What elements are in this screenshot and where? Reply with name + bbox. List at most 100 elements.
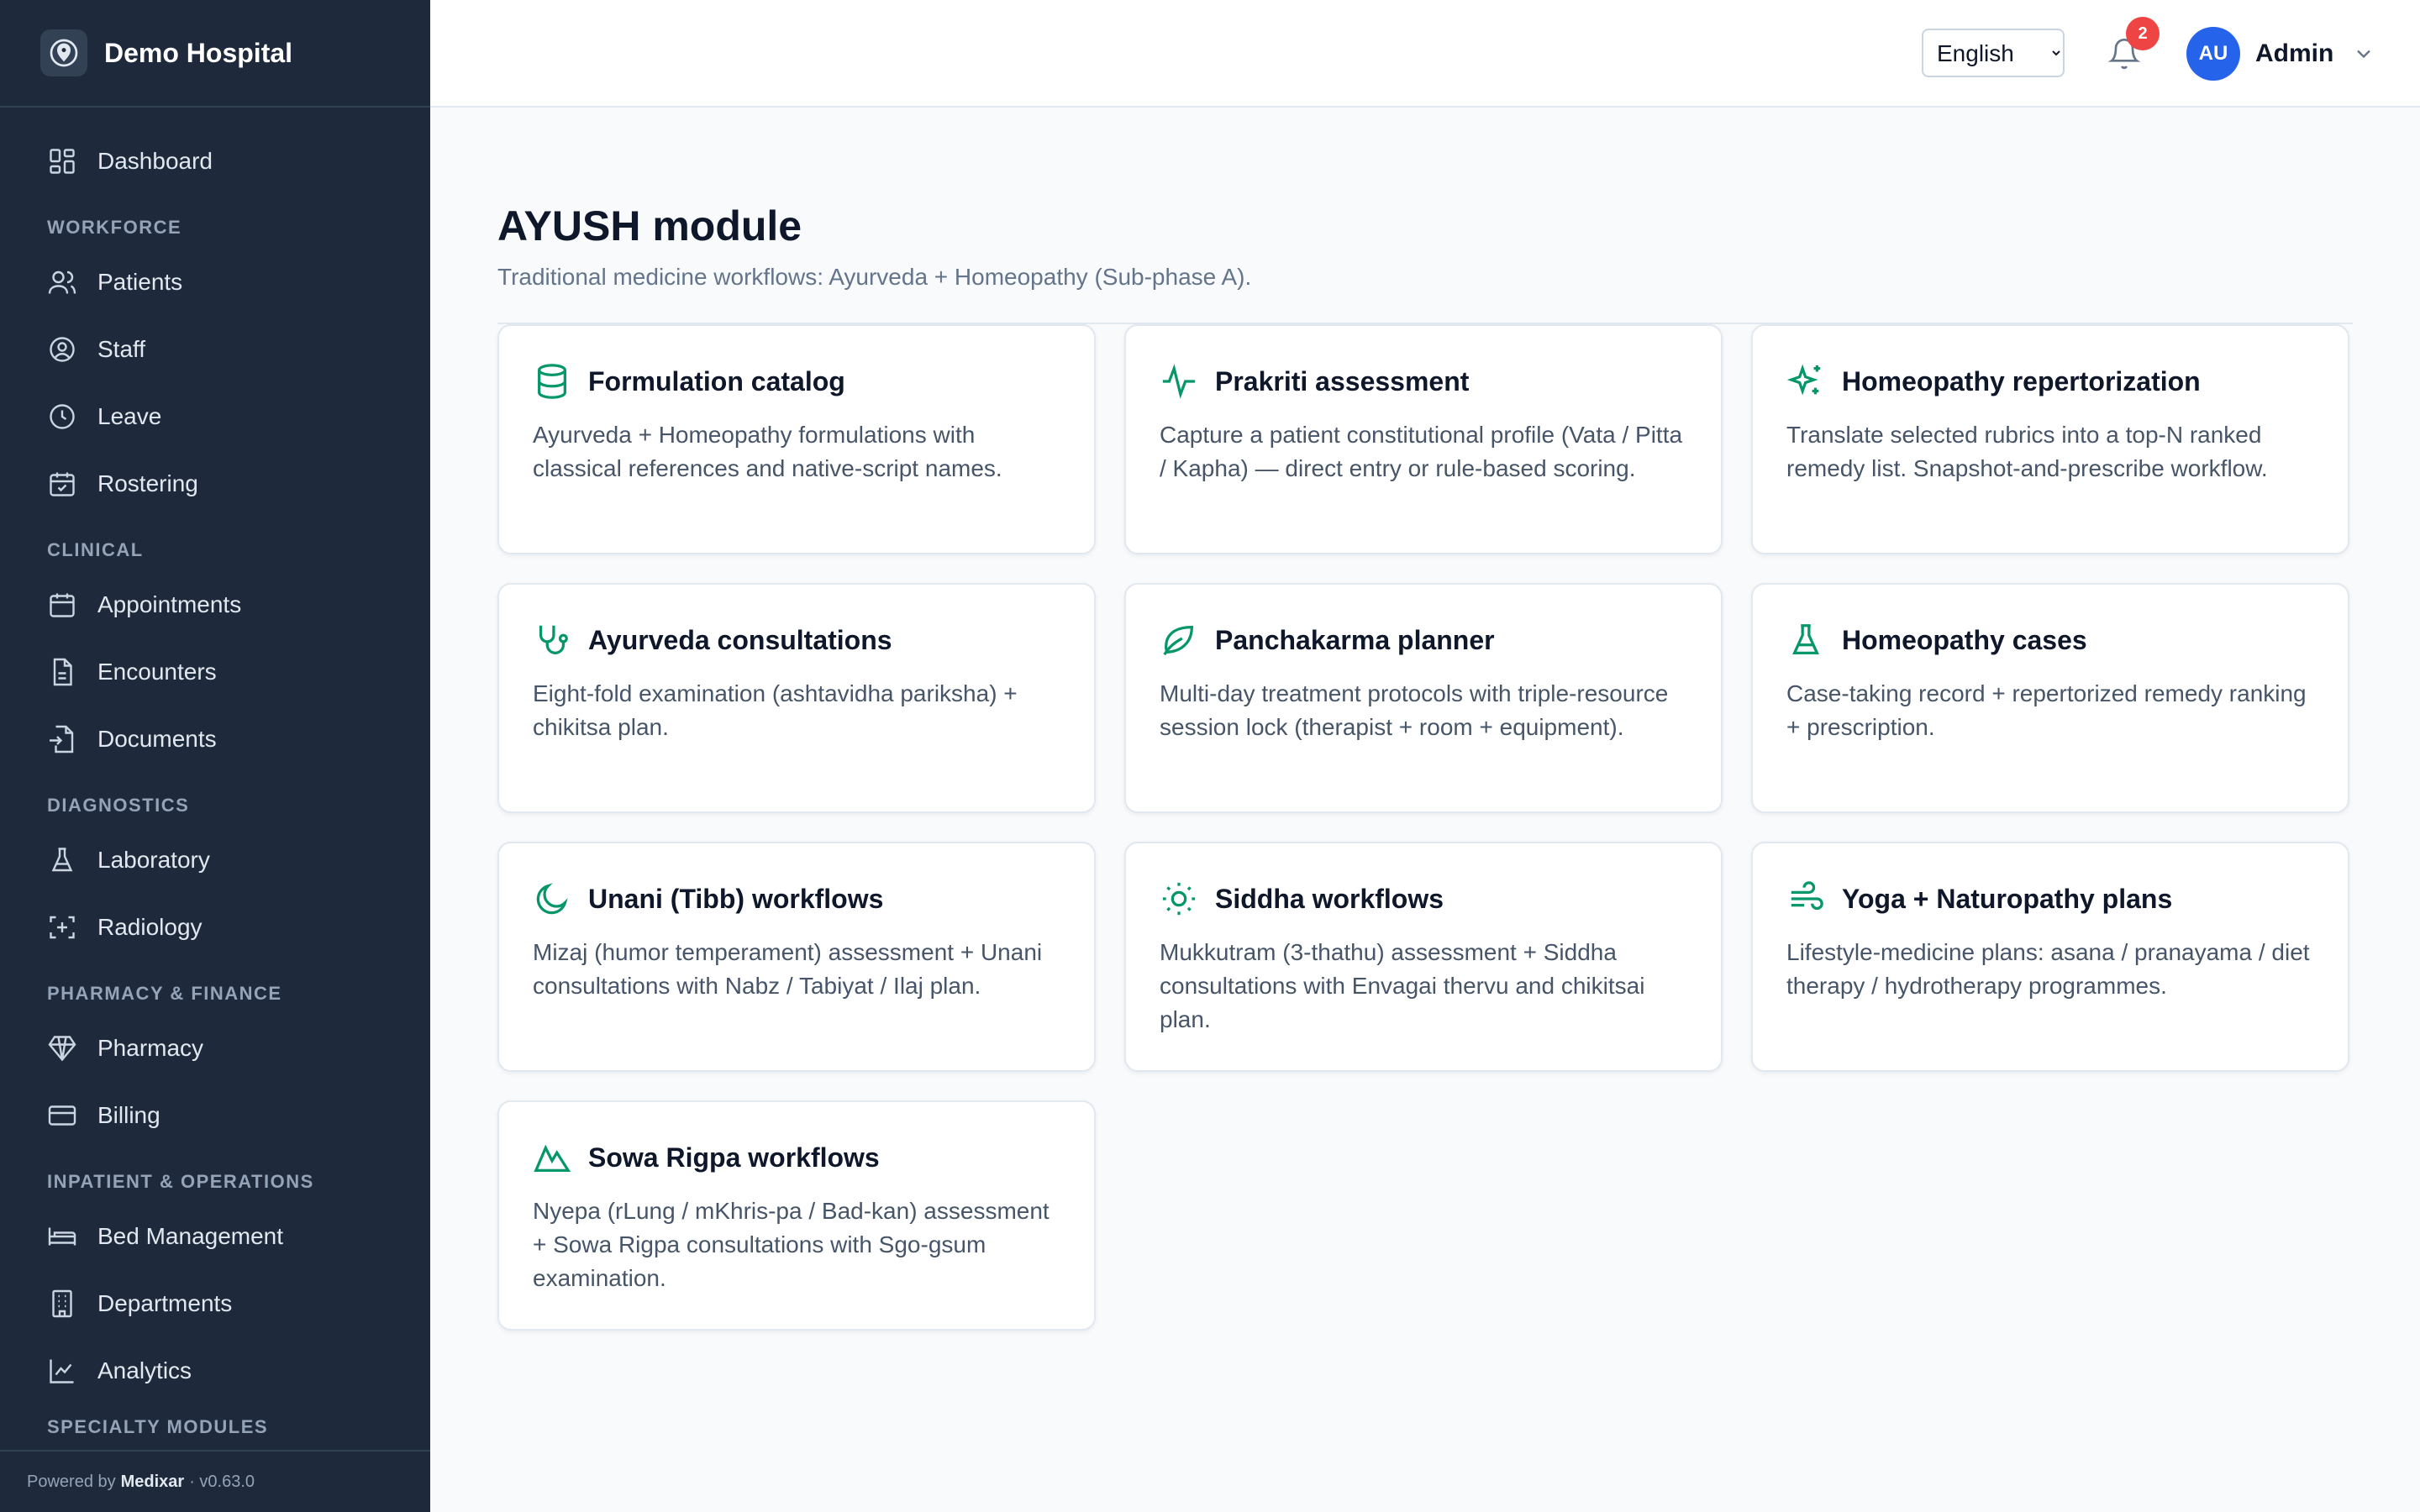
gem-icon [48, 1036, 76, 1062]
card-description: Capture a patient constitutional profile… [1160, 422, 1683, 481]
hospital-name: Demo Hospital [104, 37, 293, 68]
card-description: Mizaj (humor temperament) assessment + U… [533, 939, 1043, 999]
sidebar-item-dashboard[interactable]: Dashboard [0, 128, 430, 195]
card-formulation-catalog[interactable]: Formulation catalog Ayurveda + Homeopath… [497, 324, 1096, 554]
sidebar-item-label: Patients [97, 269, 183, 295]
sidebar-footer: Powered by Medixar · v0.63.0 [0, 1450, 430, 1512]
sidebar-item-encounters[interactable]: Encounters [0, 638, 430, 706]
card-description: Multi-day treatment protocols with tripl… [1160, 680, 1669, 740]
hospital-logo-icon [40, 29, 87, 76]
database-icon [538, 364, 566, 399]
mountain-icon [534, 1144, 571, 1172]
card-title: Yoga + Naturopathy plans [1842, 883, 2173, 914]
card-prakriti-assessment[interactable]: Prakriti assessment Capture a patient co… [1124, 324, 1723, 554]
card-panchakarma-planner[interactable]: Panchakarma planner Multi-day treatment … [1124, 583, 1723, 813]
sidebar-item-patients[interactable]: Patients [0, 249, 430, 316]
page-subtitle: Traditional medicine workflows: Ayurveda… [497, 264, 1252, 290]
nav-section-pharmacy-finance: PHARMACY & FINANCE [47, 983, 282, 1004]
card-title: Homeopathy repertorization [1842, 365, 2201, 396]
sidebar-item-label: Staff [97, 336, 146, 362]
activity-icon [1162, 364, 1196, 399]
card-title: Homeopathy cases [1842, 624, 2087, 655]
nav-section-specialty-modules: SPECIALTY MODULES [47, 1416, 269, 1437]
sidebar-item-appointments[interactable]: Appointments [0, 571, 430, 638]
language-select[interactable]: English [1922, 29, 2065, 77]
page-title: AYUSH module [497, 202, 802, 249]
sidebar-item-label: Radiology [97, 914, 203, 940]
brand[interactable]: Demo Hospital [0, 0, 430, 108]
file-text-icon [53, 658, 72, 686]
notification-count-badge: 2 [2126, 17, 2160, 50]
sidebar-item-rostering[interactable]: Rostering [0, 450, 430, 517]
nav-section-clinical: CLINICAL [47, 539, 144, 560]
user-circle-icon [50, 337, 75, 362]
module-card-grid: Formulation catalog Ayurveda + Homeopath… [497, 324, 2353, 1331]
footer-version: · v0.63.0 [189, 1472, 255, 1491]
sidebar-item-label: Appointments [97, 591, 242, 617]
sidebar-item-label: Dashboard [97, 148, 213, 174]
sidebar-item-leave[interactable]: Leave [0, 383, 430, 450]
sidebar-item-label: Analytics [97, 1357, 192, 1383]
footer-brand: Medixar [120, 1472, 185, 1491]
sidebar-item-label: Pharmacy [97, 1035, 204, 1061]
sidebar: Demo Hospital Dashboard WORKFORCE Patien… [0, 0, 430, 1512]
nav-section-inpatient-operations: INPATIENT & OPERATIONS [47, 1171, 314, 1192]
sidebar-item-label: Departments [97, 1290, 233, 1316]
sidebar-item-label: Encounters [97, 659, 217, 685]
card-title: Prakriti assessment [1215, 365, 1470, 396]
card-unani-workflows[interactable]: Unani (Tibb) workflows Mizaj (humor temp… [497, 842, 1096, 1072]
user-name: Admin [2255, 39, 2334, 67]
scan-icon [50, 916, 75, 939]
card-description: Case-taking record + repertorized remedy… [1786, 680, 2307, 740]
sidebar-item-bed-management[interactable]: Bed Management [0, 1203, 430, 1270]
card-description: Mukkutram (3-thathu) assessment + Siddha… [1160, 939, 1645, 1032]
card-homeopathy-repertorization[interactable]: Homeopathy repertorization Translate sel… [1751, 324, 2349, 554]
card-title: Sowa Rigpa workflows [588, 1142, 880, 1173]
card-description: Eight-fold examination (ashtavidha parik… [533, 680, 1018, 740]
stethoscope-icon [539, 625, 568, 654]
bed-icon [48, 1227, 76, 1246]
sidebar-item-label: Billing [97, 1102, 160, 1128]
credit-card-icon [48, 1105, 76, 1126]
sidebar-item-pharmacy[interactable]: Pharmacy [0, 1015, 430, 1082]
sidebar-item-label: Rostering [97, 470, 198, 496]
card-ayurveda-consultations[interactable]: Ayurveda consultations Eight-fold examin… [497, 583, 1096, 813]
card-siddha-workflows[interactable]: Siddha workflows Mukkutram (3-thathu) as… [1124, 842, 1723, 1072]
file-import-icon [50, 725, 74, 753]
sidebar-item-analytics[interactable]: Analytics [0, 1337, 430, 1404]
card-title: Siddha workflows [1215, 883, 1444, 914]
users-icon [48, 270, 76, 294]
moon-icon [536, 883, 568, 915]
card-description: Translate selected rubrics into a top-N … [1786, 422, 2268, 481]
sidebar-item-laboratory[interactable]: Laboratory [0, 827, 430, 894]
sidebar-item-departments[interactable]: Departments [0, 1270, 430, 1337]
calendar-check-icon [50, 472, 75, 496]
nav-section-workforce: WORKFORCE [47, 217, 182, 238]
card-title: Formulation catalog [588, 365, 845, 396]
sidebar-item-staff[interactable]: Staff [0, 316, 430, 383]
clock-icon [50, 404, 75, 429]
wind-icon [1791, 881, 1823, 911]
card-description: Nyepa (rLung / mKhris-pa / Bad-kan) asse… [533, 1198, 1050, 1291]
sidebar-item-label: Leave [97, 403, 162, 429]
calendar-icon [50, 593, 75, 617]
card-description: Lifestyle-medicine plans: asana / pranay… [1786, 939, 2310, 999]
card-title: Panchakarma planner [1215, 624, 1495, 655]
line-chart-icon [50, 1359, 74, 1383]
sidebar-item-label: Bed Management [97, 1223, 284, 1249]
nav-section-diagnostics: DIAGNOSTICS [47, 795, 190, 816]
sidebar-item-radiology[interactable]: Radiology [0, 894, 430, 961]
card-homeopathy-cases[interactable]: Homeopathy cases Case-taking record + re… [1751, 583, 2349, 813]
chevron-down-icon [2357, 50, 2371, 59]
sidebar-item-label: Laboratory [97, 847, 210, 873]
card-yoga-naturopathy-plans[interactable]: Yoga + Naturopathy plans Lifestyle-medic… [1751, 842, 2349, 1072]
sidebar-item-label: Documents [97, 726, 217, 752]
sidebar-item-documents[interactable]: Documents [0, 706, 430, 773]
sidebar-item-billing[interactable]: Billing [0, 1082, 430, 1149]
user-menu-button[interactable]: AU Admin [2186, 27, 2375, 81]
footer-prefix: Powered by [27, 1472, 116, 1491]
sun-icon [1162, 882, 1196, 916]
card-sowa-rigpa-workflows[interactable]: Sowa Rigpa workflows Nyepa (rLung / mKhr… [497, 1100, 1096, 1331]
sparkles-icon [1786, 364, 1821, 396]
avatar: AU [2186, 27, 2240, 81]
